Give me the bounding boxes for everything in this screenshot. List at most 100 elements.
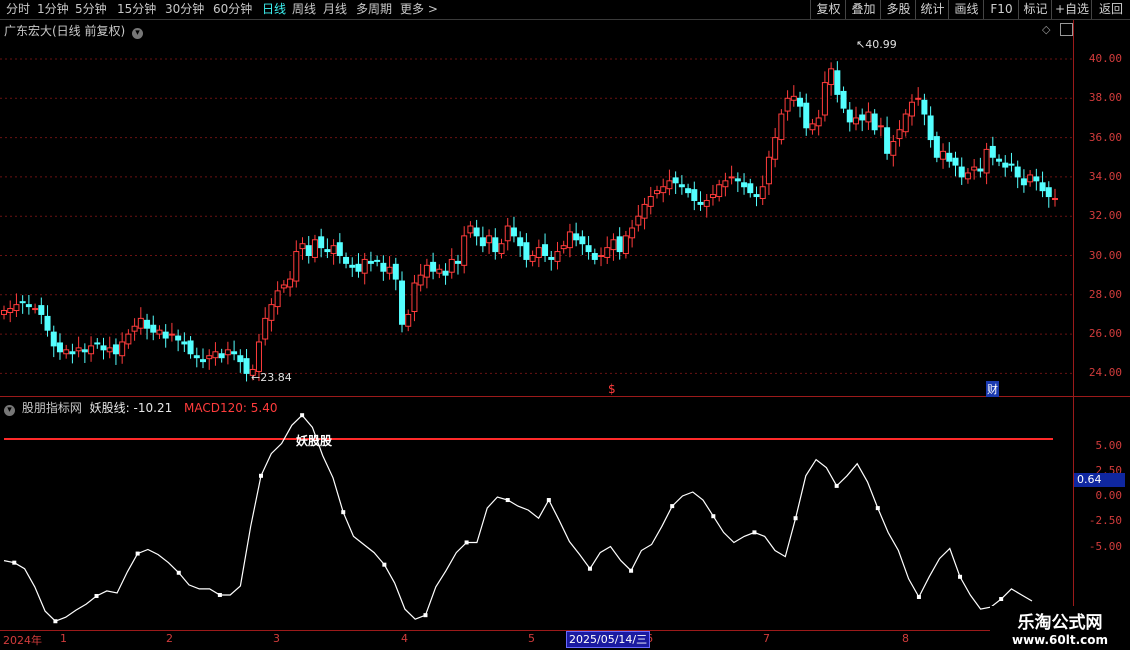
dividend-marker[interactable]: $	[608, 382, 616, 396]
mark-button[interactable]: 标记	[1018, 0, 1052, 19]
candle-body	[983, 148, 990, 174]
candle-body	[461, 235, 468, 266]
watermark-title: 乐淘公式网	[1017, 613, 1103, 633]
candle-body	[542, 244, 549, 257]
low-price-label: ←23.84	[251, 371, 292, 384]
candle-body	[44, 315, 51, 331]
tab-30min[interactable]: 30分钟	[165, 1, 204, 18]
tab-15min[interactable]: 15分钟	[117, 1, 156, 18]
candle-body	[778, 113, 785, 141]
candle-body	[964, 172, 971, 180]
indicator-marker	[587, 566, 592, 571]
candle-body	[834, 70, 841, 95]
financial-marker[interactable]: 财	[986, 381, 999, 397]
candle-body	[1002, 162, 1009, 168]
indicator-marker	[423, 613, 428, 618]
price-tick-label: 30.00	[1088, 248, 1122, 262]
candle-body	[81, 349, 88, 353]
indicator-chart[interactable]	[0, 412, 1073, 630]
price-tick-label: 26.00	[1088, 327, 1122, 341]
candle-body	[380, 262, 387, 272]
candle-body	[293, 251, 300, 282]
tab-monthly[interactable]: 月线	[323, 1, 347, 18]
candle-body	[156, 329, 163, 335]
price-tick-label: 32.00	[1088, 209, 1122, 223]
candle-body	[828, 68, 835, 86]
multi-stock-button[interactable]: 多股	[880, 0, 916, 19]
indicator-signal-label: 妖股股	[296, 434, 333, 448]
tab-timeshare[interactable]: 分时	[6, 1, 30, 18]
candle-body	[685, 188, 692, 194]
candle-body	[1008, 163, 1015, 166]
candle-body	[660, 186, 667, 194]
x-label-5: 5	[528, 632, 535, 645]
candle-body	[305, 245, 312, 257]
tab-1min[interactable]: 1分钟	[37, 1, 69, 18]
candle-body	[13, 304, 20, 312]
statistics-button[interactable]: 统计	[915, 0, 949, 19]
indicator-value-badge: 0.64	[1074, 473, 1125, 487]
candle-body	[32, 308, 39, 311]
indicator-marker	[135, 551, 140, 556]
candle-body	[629, 227, 636, 239]
candle-body	[106, 347, 113, 353]
candle-body	[324, 249, 331, 253]
panel-divider	[0, 396, 1130, 397]
indicator-marker	[999, 597, 1004, 602]
candle-body	[386, 266, 393, 274]
add-watchlist-button[interactable]: +自选	[1051, 0, 1092, 19]
candle-body	[168, 333, 175, 336]
candle-body	[989, 145, 996, 158]
candle-body	[405, 313, 412, 327]
x-label-4: 4	[401, 632, 408, 645]
overlay-button[interactable]: 叠加	[845, 0, 881, 19]
candle-body	[94, 342, 101, 345]
candle-body	[585, 245, 592, 253]
candle-body	[653, 190, 660, 195]
candle-body	[604, 247, 611, 258]
candle-body	[287, 278, 294, 288]
indicator-marker	[94, 593, 99, 598]
watermark-url: www.60lt.com	[1011, 633, 1109, 647]
indicator-line	[3, 414, 1033, 622]
candle-body	[977, 168, 984, 172]
candle-body	[647, 196, 654, 207]
candle-body	[442, 270, 449, 276]
candle-body	[703, 199, 710, 207]
candle-body	[423, 264, 430, 278]
candle-body	[908, 101, 915, 117]
draw-line-button[interactable]: 画线	[948, 0, 984, 19]
indicator-tick-label: -5.00	[1088, 539, 1122, 553]
back-button[interactable]: 返回	[1091, 0, 1130, 19]
candle-body	[237, 355, 244, 363]
candle-body	[200, 359, 207, 363]
candle-body	[100, 345, 107, 351]
candle-body	[411, 282, 418, 313]
candlestick-chart[interactable]	[0, 20, 1073, 396]
candle-body	[131, 325, 138, 332]
candle-body	[958, 166, 965, 178]
tab-5min[interactable]: 5分钟	[75, 1, 107, 18]
candle-body	[1039, 182, 1046, 192]
candle-body	[535, 247, 542, 258]
tab-daily[interactable]: 日线	[262, 1, 286, 18]
tab-multi-period[interactable]: 多周期	[356, 1, 392, 18]
candle-body	[716, 184, 723, 198]
candle-body	[224, 349, 231, 356]
tab-60min[interactable]: 60分钟	[213, 1, 252, 18]
f10-button[interactable]: F10	[983, 0, 1019, 19]
candle-body	[765, 156, 772, 185]
indicator-marker	[382, 562, 387, 567]
candle-body	[1045, 187, 1052, 198]
restore-rights-button[interactable]: 复权	[810, 0, 846, 19]
tab-more[interactable]: 更多 >	[400, 1, 438, 18]
indicator-marker	[53, 619, 58, 624]
candle-body	[206, 355, 213, 360]
tab-weekly[interactable]: 周线	[292, 1, 316, 18]
indicator-tick-label: -2.50	[1088, 514, 1122, 528]
candle-body	[392, 263, 399, 280]
candle-body	[790, 95, 797, 101]
candle-body	[672, 177, 679, 184]
candle-body	[311, 239, 318, 258]
candle-body	[75, 347, 82, 352]
